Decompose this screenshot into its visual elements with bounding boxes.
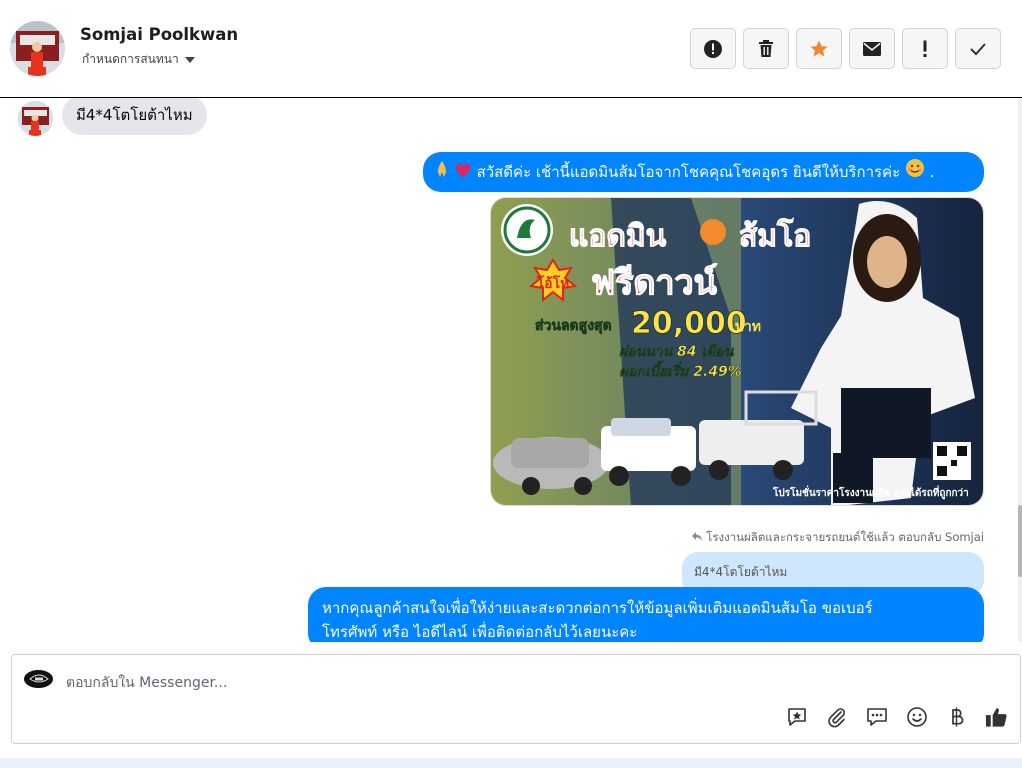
message-composer: ตอบกลับใน Messenger...	[11, 654, 1021, 744]
praying-hands-icon	[435, 153, 449, 193]
conversation-toolbar	[690, 28, 1001, 69]
reply-meta: โรงงานผลิตและกระจายรถยนต์ใช้แล้ว ตอบกลับ…	[692, 529, 984, 547]
outgoing-message-text: สวัสดีค่ะ เช้านี้แอดมินส้มโอจากโชคคุณโชค…	[476, 163, 901, 181]
page-avatar	[24, 670, 53, 688]
mark-spam-button[interactable]	[690, 28, 736, 69]
outgoing-message[interactable]: หากคุณลูกค้าสนใจเพื่อให้ง่ายและสะดวกต่อก…	[308, 587, 984, 642]
mark-unread-button[interactable]	[849, 28, 895, 69]
conversation-settings-label: กำหนดการสนทนา	[82, 52, 179, 66]
promo-discount-value: 20,000	[631, 306, 747, 341]
mark-done-button[interactable]	[955, 28, 1001, 69]
attach-button[interactable]	[825, 705, 848, 728]
star-icon	[810, 40, 828, 57]
attachment-icon	[827, 707, 845, 727]
checkmark-icon	[970, 42, 986, 55]
footer-strip	[0, 758, 1022, 768]
scrollbar-thumb[interactable]	[1018, 505, 1022, 577]
saved-reply-icon	[787, 707, 806, 726]
payment-button[interactable]	[945, 705, 968, 728]
follow-up-button[interactable]	[902, 28, 948, 69]
reply-arrow-icon	[692, 532, 703, 541]
emoji-button[interactable]	[905, 705, 928, 728]
conversation-header: Somjai Poolkwan กำหนดการสนทนา	[0, 0, 1022, 98]
message-thread[interactable]: มี4*4โตโยต้าไหม สวัสดีค่ะ เช้านี้แอดมินส…	[0, 98, 1022, 642]
chevron-down-icon	[184, 57, 195, 63]
envelope-icon	[863, 41, 881, 56]
promo-headline-1: แอดมิน	[569, 219, 667, 254]
heart-icon	[454, 153, 472, 193]
chat-bubble-icon	[866, 707, 887, 726]
promo-footer: โปรโมชั่นราคาโรงงานผลิต คุณได้รถที่ถูกกว…	[772, 485, 969, 500]
promo-discount-label: ส่วนลดสูงสุด	[535, 318, 612, 334]
composer-toolbar	[785, 705, 1008, 728]
star-button[interactable]	[796, 28, 842, 69]
alert-circle-icon	[704, 39, 722, 58]
like-button[interactable]	[985, 705, 1008, 728]
promo-currency: บาท	[735, 319, 761, 335]
promo-image[interactable]: โอ้โห แอดมิน ส้มโอ ฟรีดาวน์ ส่วนลดสูงสุด…	[490, 197, 984, 506]
sender-avatar	[18, 101, 53, 136]
promo-headline-2: ส้มโอ	[739, 217, 811, 254]
delete-button[interactable]	[743, 28, 789, 69]
incoming-message[interactable]: มี4*4โตโยต้าไหม	[62, 98, 207, 135]
thumbs-up-icon	[985, 707, 1007, 727]
outgoing-message-line: หากคุณลูกค้าสนใจเพื่อให้ง่ายและสะดวกต่อก…	[322, 599, 873, 617]
baht-icon	[951, 707, 963, 726]
emoji-icon	[906, 706, 927, 727]
saved-reply-button[interactable]	[785, 705, 808, 728]
trash-icon	[759, 40, 773, 57]
quick-replies-button[interactable]	[865, 705, 888, 728]
exclamation-icon	[923, 40, 927, 57]
contact-avatar[interactable]	[10, 21, 65, 76]
conversation-settings-dropdown[interactable]: กำหนดการสนทนา	[82, 50, 195, 69]
promo-installment: ผ่อนนาน 84 เดือน	[619, 343, 735, 360]
promo-free-down: ฟรีดาวน์	[591, 263, 717, 303]
outgoing-message-line: โทรศัพท์ หรือ ไอดีไลน์ เพื่อติดต่อกลับไว…	[322, 623, 638, 641]
reply-meta-text: โรงงานผลิตและกระจายรถยนต์ใช้แล้ว ตอบกลับ…	[706, 530, 984, 544]
outgoing-message[interactable]: สวัสดีค่ะ เช้านี้แอดมินส้มโอจากโชคคุณโชค…	[423, 152, 984, 192]
reply-input[interactable]: ตอบกลับใน Messenger...	[66, 672, 227, 694]
promo-badge: โอ้โห	[536, 274, 570, 292]
contact-name[interactable]: Somjai Poolkwan	[80, 25, 238, 44]
smiling-face-icon	[905, 153, 925, 193]
